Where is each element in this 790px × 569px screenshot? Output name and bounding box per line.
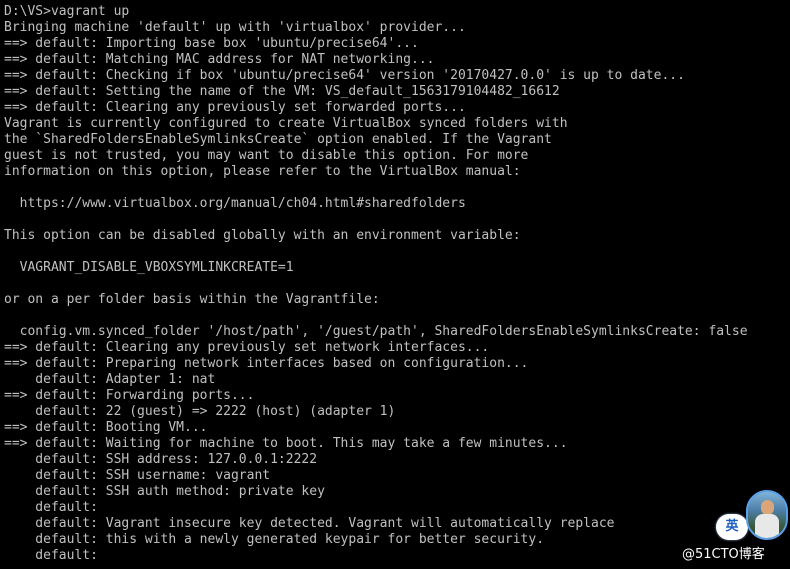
- avatar-body: [755, 514, 779, 538]
- ime-language-indicator[interactable]: 英: [716, 514, 748, 540]
- terminal-line: D:\VS>vagrant up: [4, 4, 130, 19]
- terminal-line: guest is not trusted, you may want to di…: [4, 148, 529, 163]
- avatar-head: [761, 500, 774, 515]
- terminal-line: ==> default: Clearing any previously set…: [4, 340, 490, 355]
- terminal-line: or on a per folder basis within the Vagr…: [4, 292, 380, 307]
- terminal-line: default: Adapter 1: nat: [4, 372, 216, 387]
- terminal-line: default: this with a newly generated key…: [4, 532, 545, 547]
- terminal-output: D:\VS>vagrant up Bringing machine 'defau…: [4, 4, 790, 564]
- terminal-line: information on this option, please refer…: [4, 164, 521, 179]
- terminal-line: ==> default: Waiting for machine to boot…: [4, 436, 568, 451]
- terminal-line: VAGRANT_DISABLE_VBOXSYMLINKCREATE=1: [4, 260, 294, 275]
- terminal-line: default: Vagrant insecure key detected. …: [4, 516, 615, 531]
- terminal-line: default: 22 (guest) => 2222 (host) (adap…: [4, 404, 396, 419]
- terminal-line: default:: [4, 500, 98, 515]
- terminal-line: ==> default: Clearing any previously set…: [4, 100, 466, 115]
- terminal-line: config.vm.synced_folder '/host/path', '/…: [4, 324, 748, 339]
- site-watermark: @51CTO博客: [682, 547, 765, 562]
- terminal-line: ==> default: Preparing network interface…: [4, 356, 529, 371]
- terminal-line: default: SSH username: vagrant: [4, 468, 271, 483]
- terminal-line: default:: [4, 548, 98, 563]
- terminal-line: ==> default: Importing base box 'ubuntu/…: [4, 36, 419, 51]
- terminal-line: ==> default: Checking if box 'ubuntu/pre…: [4, 68, 685, 83]
- terminal-line: default: SSH address: 127.0.0.1:2222: [4, 452, 318, 467]
- terminal-line: Vagrant is currently configured to creat…: [4, 116, 568, 131]
- terminal-line: ==> default: Forwarding ports...: [4, 388, 255, 403]
- terminal-line: ==> default: Matching MAC address for NA…: [4, 52, 435, 67]
- terminal-line: default: SSH auth method: private key: [4, 484, 325, 499]
- terminal-line: Bringing machine 'default' up with 'virt…: [4, 20, 466, 35]
- terminal-line: ==> default: Booting VM...: [4, 420, 208, 435]
- terminal-line: https://www.virtualbox.org/manual/ch04.h…: [4, 196, 466, 211]
- terminal-line: the `SharedFoldersEnableSymlinksCreate` …: [4, 132, 552, 147]
- terminal-line: This option can be disabled globally wit…: [4, 228, 521, 243]
- terminal-line: ==> default: Setting the name of the VM:…: [4, 84, 560, 99]
- terminal-window[interactable]: D:\VS>vagrant up Bringing machine 'defau…: [0, 0, 790, 569]
- user-avatar-icon[interactable]: [746, 490, 788, 540]
